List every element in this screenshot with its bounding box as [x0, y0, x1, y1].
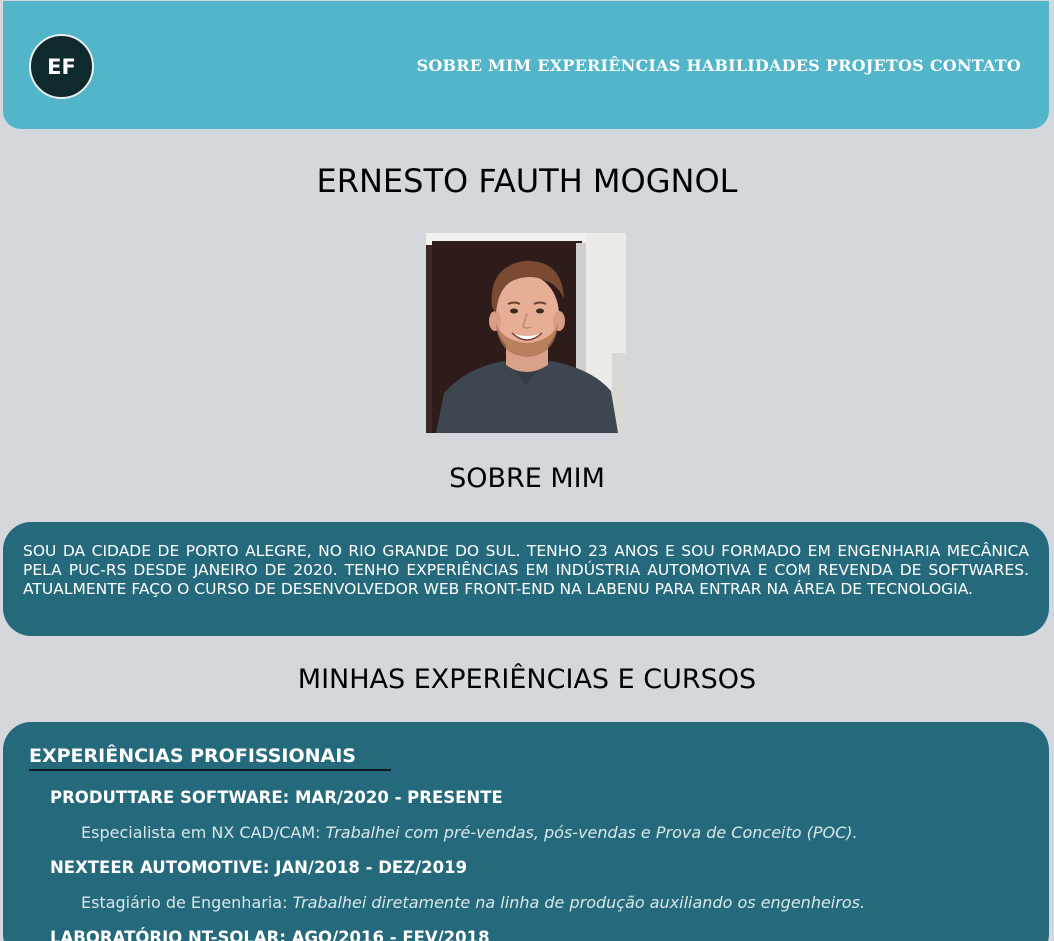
main-nav: SOBRE MIM EXPERIÊNCIAS HABILIDADES PROJE…	[417, 56, 1021, 75]
logo-badge[interactable]: EF	[29, 34, 94, 99]
job-description: Estagiário de Engenharia: Trabalhei dire…	[81, 893, 865, 912]
top-header: EF SOBRE MIM EXPERIÊNCIAS HABILIDADES PR…	[3, 1, 1049, 129]
nav-link-habilidades[interactable]: HABILIDADES	[686, 56, 819, 75]
job-detail: Trabalhei com pré-vendas, pós-vendas e P…	[325, 823, 858, 842]
experience-heading: EXPERIÊNCIAS PROFISSIONAIS	[29, 745, 391, 771]
experience-title: MINHAS EXPERIÊNCIAS E CURSOS	[297, 664, 757, 695]
profile-photo-illustration	[426, 233, 626, 433]
profile-photo	[426, 233, 626, 433]
about-section: SOU DA CIDADE DE PORTO ALEGRE, NO RIO GR…	[3, 522, 1049, 636]
about-title: SOBRE MIM	[449, 463, 605, 494]
about-text: SOU DA CIDADE DE PORTO ALEGRE, NO RIO GR…	[23, 542, 1029, 598]
job-title: LABORATÓRIO NT-SOLAR: AGO/2016 - FEV/201…	[50, 928, 490, 941]
job-title: PRODUTTARE SOFTWARE: MAR/2020 - PRESENTE	[50, 788, 503, 807]
experience-section: EXPERIÊNCIAS PROFISSIONAIS PRODUTTARE SO…	[3, 722, 1049, 941]
nav-link-contato[interactable]: CONTATO	[930, 56, 1021, 75]
nav-link-experiencias[interactable]: EXPERIÊNCIAS	[537, 56, 680, 75]
job-role: Estagiário de Engenharia:	[81, 893, 288, 912]
profile-name: ERNESTO FAUTH MOGNOL	[316, 162, 738, 200]
nav-link-sobre-mim[interactable]: SOBRE MIM	[417, 56, 532, 75]
job-description: Especialista em NX CAD/CAM: Trabalhei co…	[81, 823, 858, 842]
job-role: Especialista em NX CAD/CAM:	[81, 823, 321, 842]
job-title: NEXTEER AUTOMOTIVE: JAN/2018 - DEZ/2019	[50, 858, 468, 877]
job-detail: Trabalhei diretamente na linha de produç…	[292, 893, 866, 912]
nav-link-projetos[interactable]: PROJETOS	[826, 56, 924, 75]
portfolio-page: EF SOBRE MIM EXPERIÊNCIAS HABILIDADES PR…	[0, 0, 1054, 941]
